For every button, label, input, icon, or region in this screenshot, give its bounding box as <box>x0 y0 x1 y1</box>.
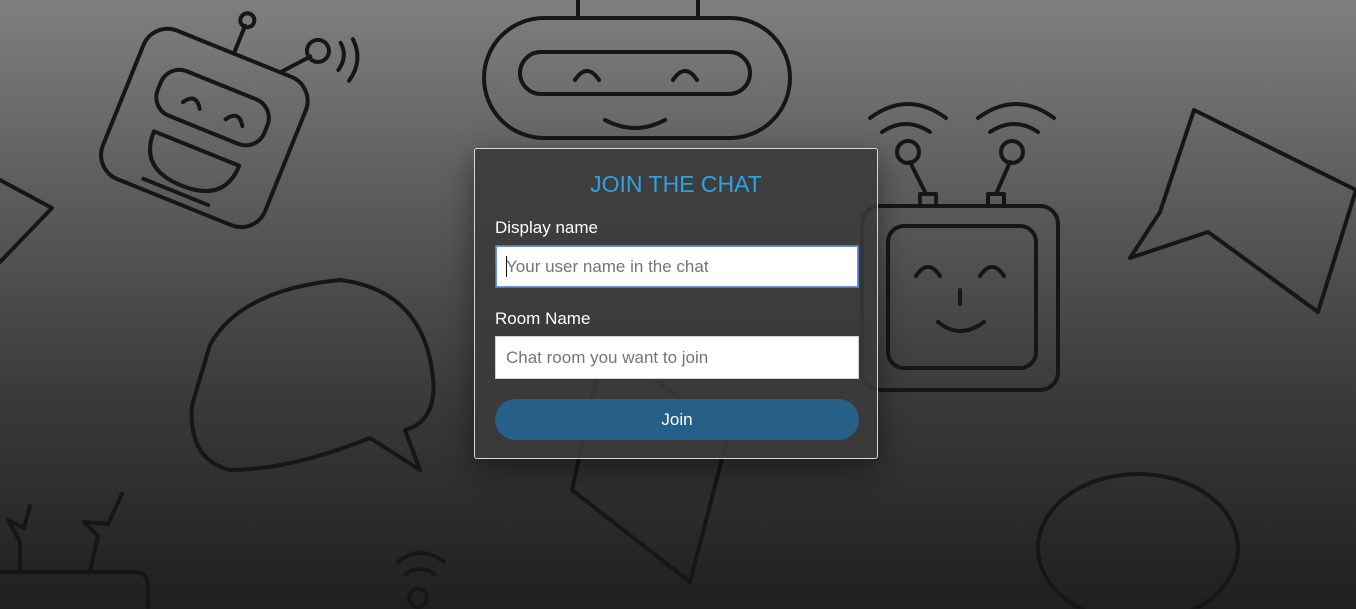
page-title: JOIN THE CHAT <box>590 171 762 197</box>
join-chat-card: JOIN THE CHAT Display name Room Name Joi… <box>474 148 878 459</box>
room-name-label: Room Name <box>495 309 591 328</box>
speech-bubble-icon <box>189 278 436 472</box>
robot-icon <box>482 0 792 140</box>
room-name-input[interactable] <box>495 336 859 379</box>
speech-bubble-icon <box>1128 108 1356 314</box>
robot-icon <box>99 11 360 230</box>
text-cursor <box>506 256 507 277</box>
display-name-label: Display name <box>495 218 598 237</box>
robot-icon <box>0 492 150 609</box>
speech-bubble-icon <box>1036 472 1240 609</box>
speech-bubble-icon <box>0 178 54 264</box>
robot-icon <box>860 102 1060 392</box>
join-button[interactable]: Join <box>495 399 859 440</box>
display-name-input[interactable] <box>495 245 859 288</box>
wifi-signal-icon <box>396 551 446 609</box>
